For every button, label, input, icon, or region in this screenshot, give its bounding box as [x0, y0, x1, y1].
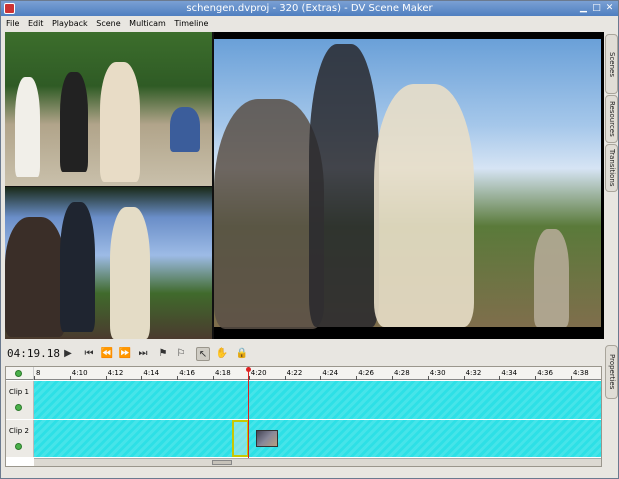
track-label: Clip 2	[9, 427, 29, 435]
mark-out-icon[interactable]: ⚐	[174, 347, 188, 361]
ruler-tick-mark	[69, 376, 71, 380]
track-clip2[interactable]	[34, 420, 601, 457]
menu-multicam[interactable]: Multicam	[126, 16, 169, 32]
track-enable-icon[interactable]	[15, 404, 22, 411]
menu-file[interactable]: File	[3, 16, 22, 32]
camera-view-1[interactable]	[5, 32, 212, 186]
ruler-tick-label: 4:22	[286, 369, 303, 377]
ruler-tick-mark	[499, 376, 501, 380]
title-bar: schengen.dvproj - 320 (Extras) - DV Scen…	[1, 1, 618, 16]
camera-view-2[interactable]	[5, 187, 212, 339]
play-icon[interactable]: ▶	[61, 347, 75, 361]
ruler-tick-mark	[571, 376, 572, 380]
maximize-icon[interactable]: □	[591, 3, 602, 14]
ruler-tick-label: 4:16	[179, 369, 195, 377]
ruler-tick-label: 4:30	[429, 369, 446, 377]
ruler-tick-mark	[427, 376, 429, 380]
ruler-tick-label: 4:36	[537, 369, 553, 377]
track-clip1[interactable]	[34, 381, 601, 419]
main-frame	[214, 39, 601, 329]
ruler-corner	[6, 367, 34, 380]
transport-toolbar: 04:19.18 ▶ ⏮ ⏪ ⏩ ⏭ ⚑ ⚐ ↖ ✋ 🔒	[5, 343, 604, 365]
menu-timeline[interactable]: Timeline	[171, 16, 211, 32]
person-figure	[60, 72, 88, 172]
person-figure	[214, 99, 324, 329]
person-figure	[110, 207, 150, 339]
ruler-tick-label: 4:14	[143, 369, 160, 377]
ruler-tick-mark	[392, 376, 393, 380]
ruler-tick-mark	[34, 376, 35, 380]
person-figure	[60, 202, 95, 332]
camera-view-main[interactable]	[214, 32, 604, 339]
ruler-tick-mark	[177, 376, 179, 380]
ruler-tick-label: 4:38	[573, 369, 589, 377]
tab-transitions[interactable]: Transitions	[605, 144, 618, 192]
window-title: schengen.dvproj - 320 (Extras) - DV Scen…	[186, 3, 433, 14]
person-figure	[170, 107, 200, 152]
ruler-tick-label: 4:12	[107, 369, 124, 377]
ruler-tick-mark	[284, 376, 286, 380]
track-header-clip2: Clip 2	[6, 420, 34, 457]
person-figure	[309, 44, 379, 327]
person-figure	[15, 77, 40, 177]
menu-playback[interactable]: Playback	[49, 16, 91, 32]
pointer-icon[interactable]: ↖	[196, 347, 210, 361]
go-start-icon[interactable]: ⏮	[82, 347, 96, 361]
horizontal-scrollbar[interactable]	[34, 458, 601, 466]
tab-properties[interactable]: Properties	[605, 345, 618, 399]
ruler-tick-mark	[320, 376, 322, 380]
person-figure	[534, 229, 569, 327]
playhead[interactable]	[248, 367, 250, 460]
main-window: schengen.dvproj - 320 (Extras) - DV Scen…	[0, 0, 619, 479]
ruler-tick-label: 4:26	[358, 369, 374, 377]
rewind-icon[interactable]: ⏪	[100, 347, 114, 361]
app-icon[interactable]	[4, 3, 15, 14]
ruler-tick-label: 4:10	[71, 369, 88, 377]
fast-forward-icon[interactable]: ⏩	[118, 347, 132, 361]
ruler-tick-label: 4:34	[501, 369, 518, 377]
minimize-icon[interactable]: ▁	[578, 3, 589, 14]
tab-scenes[interactable]: Scenes	[605, 34, 618, 94]
ruler-tick-mark	[356, 376, 358, 380]
lock-icon[interactable]: 🔒	[235, 347, 249, 361]
track-label: Clip 1	[9, 388, 29, 396]
ruler-tick-mark	[141, 376, 143, 380]
mark-in-icon[interactable]: ⚑	[156, 347, 170, 361]
menu-scene[interactable]: Scene	[93, 16, 123, 32]
clip-thumbnail[interactable]	[256, 430, 278, 447]
tab-resources[interactable]: Resources	[605, 95, 618, 143]
ruler-tick-label: 4:24	[322, 369, 339, 377]
scrollbar-thumb[interactable]	[212, 460, 232, 465]
track-header-clip1: Clip 1	[6, 381, 34, 419]
timeline-panel[interactable]: 8 4:10 4:12 4:14 4:16 4:18 4:20 4:22 4:24 4:26 4:2…	[5, 366, 602, 467]
go-end-icon[interactable]: ⏭	[136, 347, 150, 361]
ruler-tick-label: 8	[36, 369, 41, 377]
ruler-tick-label: 4:20	[250, 369, 267, 377]
video-preview[interactable]	[5, 32, 604, 339]
global-toggle-icon[interactable]	[15, 370, 22, 377]
close-icon[interactable]: ✕	[604, 3, 615, 14]
ruler-tick-label: 4:28	[394, 369, 410, 377]
menu-bar: File Edit Playback Scene Multicam Timeli…	[1, 16, 618, 32]
track-enable-icon[interactable]	[15, 443, 22, 450]
menu-edit[interactable]: Edit	[25, 16, 47, 32]
selected-clip-segment[interactable]	[232, 420, 249, 457]
ruler-tick-mark	[535, 376, 537, 380]
person-figure	[100, 62, 140, 182]
time-ruler[interactable]: 8 4:10 4:12 4:14 4:16 4:18 4:20 4:22 4:24 4:26 4:2…	[34, 367, 601, 380]
timecode-display: 04:19.18	[7, 347, 60, 360]
ruler-tick-mark	[463, 376, 465, 380]
hand-icon[interactable]: ✋	[215, 347, 229, 361]
ruler-tick-mark	[105, 376, 107, 380]
ruler-tick-label: 4:18	[215, 369, 231, 377]
ruler-tick-mark	[213, 376, 214, 380]
person-figure	[5, 217, 65, 337]
person-figure	[374, 84, 474, 327]
ruler-tick-label: 4:32	[465, 369, 482, 377]
